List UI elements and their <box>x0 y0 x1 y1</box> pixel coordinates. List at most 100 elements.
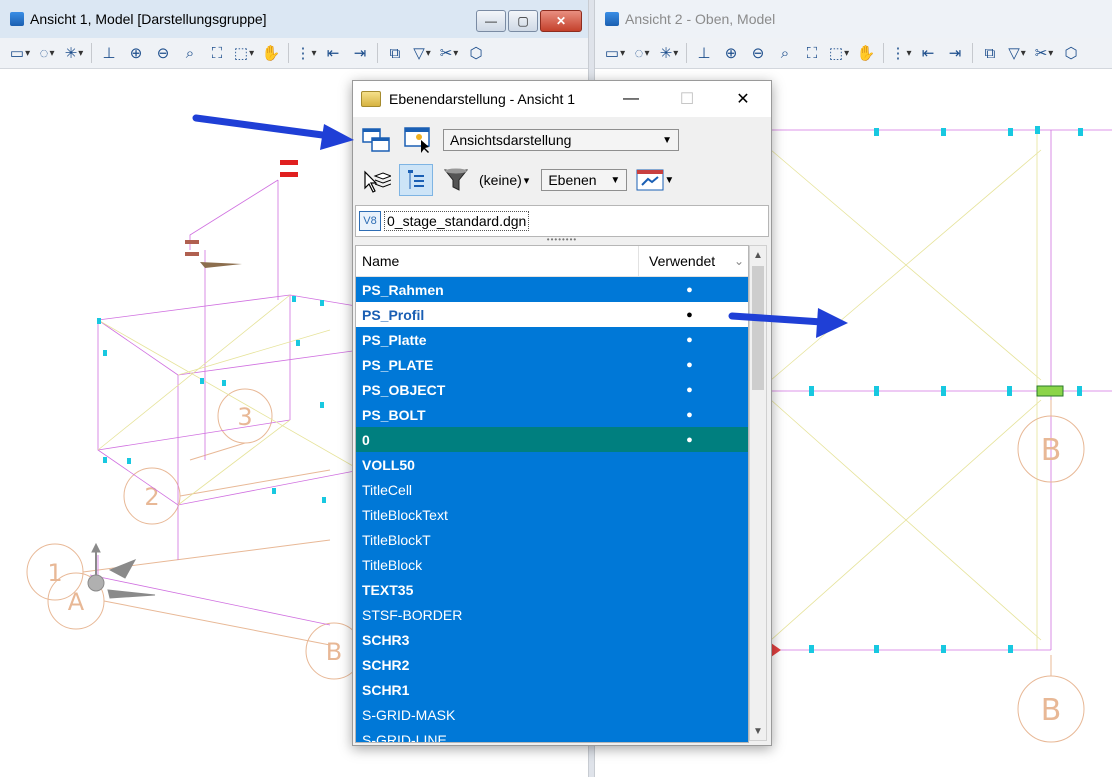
annotation-arrow-left <box>192 114 354 150</box>
levels-dropdown[interactable]: Ebenen ▼ <box>541 169 628 191</box>
filter-value: (keine) <box>479 172 522 188</box>
display-style-icon[interactable]: ◌ <box>630 41 654 65</box>
level-row[interactable]: VOLL50 <box>356 452 748 477</box>
brush-icon[interactable]: ⊥ <box>97 41 121 65</box>
levels-value: Ebenen <box>548 172 597 188</box>
level-row[interactable]: SCHR2 <box>356 652 748 677</box>
column-header-used[interactable]: Verwendet ⌄ <box>639 253 748 269</box>
rotate-view-icon[interactable]: ⬚ <box>232 41 256 65</box>
level-name: TitleCell <box>362 481 413 498</box>
view-attributes-icon[interactable]: ▭ <box>8 41 32 65</box>
level-used-indicator: ● <box>686 383 693 396</box>
zoom-out-icon[interactable]: ⊖ <box>746 41 770 65</box>
rotate-view-icon[interactable]: ⬚ <box>827 41 851 65</box>
level-name: 0 <box>362 431 370 448</box>
file-tree-node[interactable]: V8 0_stage_standard.dgn <box>355 205 769 237</box>
clip-box-icon[interactable]: ⬡ <box>1059 41 1083 65</box>
close-button[interactable]: ✕ <box>540 10 582 32</box>
level-row[interactable]: SCHR1 <box>356 677 748 702</box>
level-used-indicator: ● <box>686 358 693 371</box>
column-header-name[interactable]: Name <box>356 246 639 276</box>
level-row[interactable]: S-GRID-LINE <box>356 727 748 742</box>
maximize-button[interactable]: ▢ <box>508 10 538 32</box>
scroll-up-icon[interactable]: ▲ <box>750 246 766 264</box>
scroll-down-icon[interactable]: ▼ <box>750 722 766 740</box>
level-used-indicator: ● <box>686 408 693 421</box>
dialog-toolbar-row-2: (keine) ▾ Ebenen ▼ ▼ <box>359 163 765 197</box>
window-area-icon[interactable]: ⌕ <box>178 41 202 65</box>
tree-view-icon[interactable] <box>399 164 433 196</box>
dialog-titlebar[interactable]: Ebenendarstellung - Ansicht 1 — ☐ ✕ <box>353 81 771 117</box>
level-name: TitleBlockText <box>362 506 448 523</box>
level-row[interactable]: PS_PLATE ● <box>356 352 748 377</box>
view1-toolbar: ▭ ◌ ✳ ⊥ ⊕ ⊖ ⌕ ⛶ ⬚ ✋ ⋮ ⇤ ⇥ ⧉ ▽ ✂ ⬡ <box>0 38 588 69</box>
level-row[interactable]: TitleBlockText <box>356 502 748 527</box>
level-row[interactable]: TitleBlock <box>356 552 748 577</box>
view-attributes-icon[interactable]: ▭ <box>603 41 627 65</box>
dialog-close-button[interactable]: ✕ <box>715 81 771 117</box>
named-boundary-icon[interactable]: ✂ <box>437 41 461 65</box>
level-row[interactable]: PS_Rahmen ● <box>356 277 748 302</box>
zoom-in-icon[interactable]: ⊕ <box>719 41 743 65</box>
column-header-used-label: Verwendet <box>649 253 716 269</box>
grid-label-b: B <box>326 638 342 666</box>
dialog-minimize-button[interactable]: — <box>603 81 659 117</box>
fit-view-icon[interactable]: ⛶ <box>205 41 229 65</box>
clip-mask-icon[interactable]: ▽ <box>410 41 434 65</box>
pick-view-icon[interactable] <box>401 124 435 156</box>
clip-mask-icon[interactable]: ▽ <box>1005 41 1029 65</box>
view2-title: Ansicht 2 - Oben, Model <box>625 11 776 27</box>
level-display-dialog: Ebenendarstellung - Ansicht 1 — ☐ ✕ Ansi… <box>352 80 772 746</box>
clip-volume-icon[interactable]: ⧉ <box>383 41 407 65</box>
zoom-out-icon[interactable]: ⊖ <box>151 41 175 65</box>
view2-toolbar: ▭ ◌ ✳ ⊥ ⊕ ⊖ ⌕ ⛶ ⬚ ✋ ⋮ ⇤ ⇥ ⧉ ▽ ✂ ⬡ <box>595 38 1112 69</box>
display-style-icon[interactable]: ◌ <box>35 41 59 65</box>
level-name: TitleBlock <box>362 556 423 573</box>
brush-icon[interactable]: ⊥ <box>692 41 716 65</box>
filter-icon[interactable] <box>439 164 473 196</box>
filter-dropdown[interactable]: (keine) ▾ <box>479 172 529 188</box>
dgn-v8-icon: V8 <box>359 211 381 231</box>
level-row[interactable]: TEXT35 <box>356 577 748 602</box>
level-row[interactable]: TitleCell <box>356 477 748 502</box>
walk-icon[interactable]: ⋮ <box>294 41 318 65</box>
level-row[interactable]: SCHR3 <box>356 627 748 652</box>
fit-view-icon[interactable]: ⛶ <box>800 41 824 65</box>
level-name: VOLL50 <box>362 456 415 473</box>
next-view-icon[interactable]: ⇥ <box>348 41 372 65</box>
level-row[interactable]: PS_BOLT ● <box>356 402 748 427</box>
level-row[interactable]: 0 ● <box>356 427 748 452</box>
level-row[interactable]: PS_OBJECT ● <box>356 377 748 402</box>
minimize-button[interactable]: — <box>476 10 506 32</box>
view-selection-icon[interactable] <box>359 124 393 156</box>
view2-titlebar[interactable]: Ansicht 2 - Oben, Model <box>595 0 1112 38</box>
level-row[interactable]: S-GRID-MASK <box>356 702 748 727</box>
level-row[interactable]: PS_Platte ● <box>356 327 748 352</box>
next-view-icon[interactable]: ⇥ <box>943 41 967 65</box>
pan-view-icon[interactable]: ✋ <box>259 41 283 65</box>
light-icon[interactable]: ✳ <box>62 41 86 65</box>
layers-icon <box>361 91 381 107</box>
previous-view-icon[interactable]: ⇤ <box>916 41 940 65</box>
display-mode-dropdown[interactable]: Ansichtsdarstellung ▼ <box>443 129 679 151</box>
level-row[interactable]: TitleBlockT <box>356 527 748 552</box>
walk-icon[interactable]: ⋮ <box>889 41 913 65</box>
levels-list-header: Name Verwendet ⌄ <box>356 246 748 277</box>
select-levels-icon[interactable] <box>359 164 393 196</box>
level-row[interactable]: PS_Profil ● <box>356 302 748 327</box>
level-row[interactable]: STSF-BORDER <box>356 602 748 627</box>
splitter-grip[interactable]: •••••••• <box>353 236 771 244</box>
previous-view-icon[interactable]: ⇤ <box>321 41 345 65</box>
named-boundary-icon[interactable]: ✂ <box>1032 41 1056 65</box>
grid-label-1: 1 <box>47 559 62 587</box>
pan-view-icon[interactable]: ✋ <box>854 41 878 65</box>
view1-titlebar[interactable]: Ansicht 1, Model [Darstellungsgruppe] — … <box>0 0 588 38</box>
chevron-down-icon: ▼ <box>610 174 621 186</box>
view-window-icon <box>10 12 24 26</box>
zoom-in-icon[interactable]: ⊕ <box>124 41 148 65</box>
light-icon[interactable]: ✳ <box>657 41 681 65</box>
window-area-icon[interactable]: ⌕ <box>773 41 797 65</box>
clip-volume-icon[interactable]: ⧉ <box>978 41 1002 65</box>
clip-box-icon[interactable]: ⬡ <box>464 41 488 65</box>
level-manager-icon[interactable]: ▼ <box>633 164 677 196</box>
